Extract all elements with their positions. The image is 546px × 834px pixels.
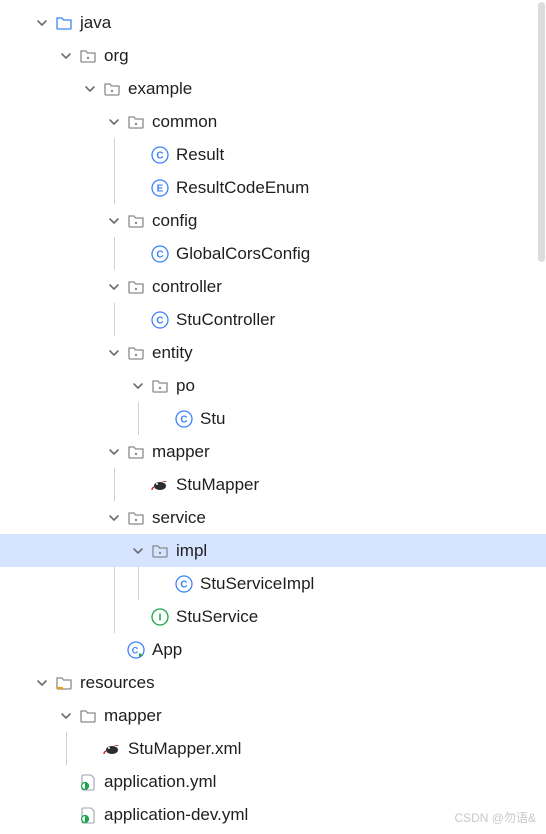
chevron-down-icon[interactable]	[104, 343, 124, 363]
tree-item-entity[interactable]: entity	[0, 336, 546, 369]
class-icon	[150, 310, 170, 330]
package-icon	[126, 112, 146, 132]
yml-icon	[78, 805, 98, 825]
chevron-down-icon[interactable]	[32, 673, 52, 693]
chevron-down-icon[interactable]	[80, 79, 100, 99]
tree-label: org	[104, 46, 129, 66]
tree-item-resources[interactable]: resources	[0, 666, 546, 699]
tree-label: controller	[152, 277, 222, 297]
tree-label: impl	[176, 541, 207, 561]
mybatis-icon	[102, 739, 122, 759]
tree-label: GlobalCorsConfig	[176, 244, 310, 264]
package-icon	[150, 376, 170, 396]
project-tree: java org example common Result ResultCod…	[0, 0, 546, 831]
tree-item-mapper[interactable]: mapper	[0, 435, 546, 468]
chevron-down-icon[interactable]	[104, 277, 124, 297]
tree-label: application.yml	[104, 772, 216, 792]
tree-item-stu-mapper[interactable]: StuMapper	[0, 468, 546, 501]
chevron-down-icon[interactable]	[104, 112, 124, 132]
tree-item-global-cors-config[interactable]: GlobalCorsConfig	[0, 237, 546, 270]
tree-label: StuController	[176, 310, 275, 330]
class-icon	[174, 409, 194, 429]
folder-blue-icon	[54, 13, 74, 33]
tree-item-result-code-enum[interactable]: ResultCodeEnum	[0, 171, 546, 204]
class-icon	[150, 244, 170, 264]
tree-label: service	[152, 508, 206, 528]
tree-item-config[interactable]: config	[0, 204, 546, 237]
tree-item-stu-controller[interactable]: StuController	[0, 303, 546, 336]
package-icon	[126, 442, 146, 462]
tree-label: po	[176, 376, 195, 396]
class-icon	[174, 574, 194, 594]
chevron-down-icon[interactable]	[32, 13, 52, 33]
tree-item-service[interactable]: service	[0, 501, 546, 534]
package-icon	[150, 541, 170, 561]
tree-item-stu[interactable]: Stu	[0, 402, 546, 435]
tree-item-org[interactable]: org	[0, 39, 546, 72]
mybatis-icon	[150, 475, 170, 495]
tree-label: StuServiceImpl	[200, 574, 314, 594]
folder-icon	[78, 706, 98, 726]
tree-item-impl[interactable]: impl	[0, 534, 546, 567]
resources-folder-icon	[54, 673, 74, 693]
tree-label: resources	[80, 673, 155, 693]
tree-item-stu-service-impl[interactable]: StuServiceImpl	[0, 567, 546, 600]
package-icon	[126, 277, 146, 297]
tree-label: mapper	[104, 706, 162, 726]
package-icon	[126, 343, 146, 363]
chevron-down-icon[interactable]	[104, 508, 124, 528]
chevron-down-icon[interactable]	[128, 376, 148, 396]
scrollbar[interactable]	[538, 2, 545, 262]
enum-icon	[150, 178, 170, 198]
tree-item-mapper-folder[interactable]: mapper	[0, 699, 546, 732]
package-icon	[102, 79, 122, 99]
tree-label: entity	[152, 343, 193, 363]
tree-label: java	[80, 13, 111, 33]
tree-item-example[interactable]: example	[0, 72, 546, 105]
tree-item-application-yml[interactable]: application.yml	[0, 765, 546, 798]
tree-label: StuMapper.xml	[128, 739, 241, 759]
tree-label: Result	[176, 145, 224, 165]
tree-item-app[interactable]: App	[0, 633, 546, 666]
tree-item-controller[interactable]: controller	[0, 270, 546, 303]
class-icon	[150, 145, 170, 165]
tree-item-common[interactable]: common	[0, 105, 546, 138]
tree-label: ResultCodeEnum	[176, 178, 309, 198]
tree-item-java[interactable]: java	[0, 6, 546, 39]
chevron-down-icon[interactable]	[128, 541, 148, 561]
class-runnable-icon	[126, 640, 146, 660]
tree-item-result[interactable]: Result	[0, 138, 546, 171]
tree-item-stu-mapper-xml[interactable]: StuMapper.xml	[0, 732, 546, 765]
chevron-down-icon[interactable]	[104, 442, 124, 462]
tree-label: config	[152, 211, 197, 231]
tree-label: StuMapper	[176, 475, 259, 495]
package-icon	[126, 508, 146, 528]
tree-label: Stu	[200, 409, 226, 429]
interface-icon	[150, 607, 170, 627]
tree-label: StuService	[176, 607, 258, 627]
tree-label: application-dev.yml	[104, 805, 248, 825]
chevron-down-icon[interactable]	[104, 211, 124, 231]
package-icon	[78, 46, 98, 66]
tree-label: common	[152, 112, 217, 132]
tree-item-stu-service[interactable]: StuService	[0, 600, 546, 633]
tree-label: mapper	[152, 442, 210, 462]
tree-label: example	[128, 79, 192, 99]
yml-icon	[78, 772, 98, 792]
chevron-down-icon[interactable]	[56, 46, 76, 66]
package-icon	[126, 211, 146, 231]
watermark: CSDN @勿语&	[454, 809, 536, 826]
chevron-down-icon[interactable]	[56, 706, 76, 726]
tree-item-po[interactable]: po	[0, 369, 546, 402]
tree-label: App	[152, 640, 182, 660]
